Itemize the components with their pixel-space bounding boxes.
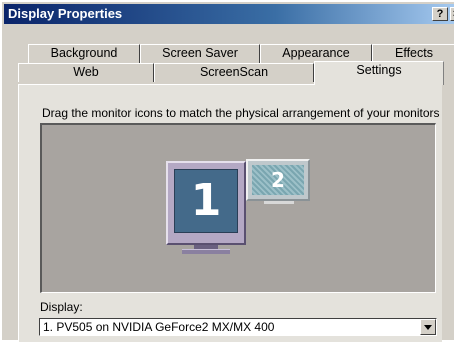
display-label: Display:	[40, 300, 83, 314]
window-title: Display Properties	[8, 6, 123, 21]
display-properties-window: Display Properties ? × Background Screen…	[0, 0, 454, 342]
tab-web[interactable]: Web	[18, 63, 154, 82]
display-select[interactable]: 1. PV505 on NVIDIA GeForce2 MX/MX 400	[39, 318, 437, 336]
monitor-2-screen: 2	[252, 165, 304, 195]
help-button[interactable]: ?	[432, 7, 448, 21]
tab-background[interactable]: Background	[28, 44, 140, 63]
instruction-text: Drag the monitor icons to match the phys…	[42, 106, 440, 120]
monitor-1-screen: 1	[174, 169, 238, 233]
close-button[interactable]: ×	[450, 7, 454, 21]
monitor-1-icon[interactable]: 1	[166, 161, 246, 261]
display-select-value: 1. PV505 on NVIDIA GeForce2 MX/MX 400	[43, 320, 275, 334]
tab-screenscan[interactable]: ScreenScan	[154, 63, 314, 82]
tab-screen-saver[interactable]: Screen Saver	[140, 44, 260, 63]
monitor-arrangement-area[interactable]: 2 1	[40, 123, 436, 293]
tab-settings[interactable]: Settings	[314, 61, 444, 85]
title-bar[interactable]: Display Properties ? ×	[4, 4, 454, 24]
monitor-1-stand	[182, 249, 230, 254]
chevron-down-icon[interactable]	[420, 319, 436, 335]
monitor-2-icon[interactable]: 2	[246, 159, 312, 209]
monitor-2-stand	[264, 201, 294, 204]
